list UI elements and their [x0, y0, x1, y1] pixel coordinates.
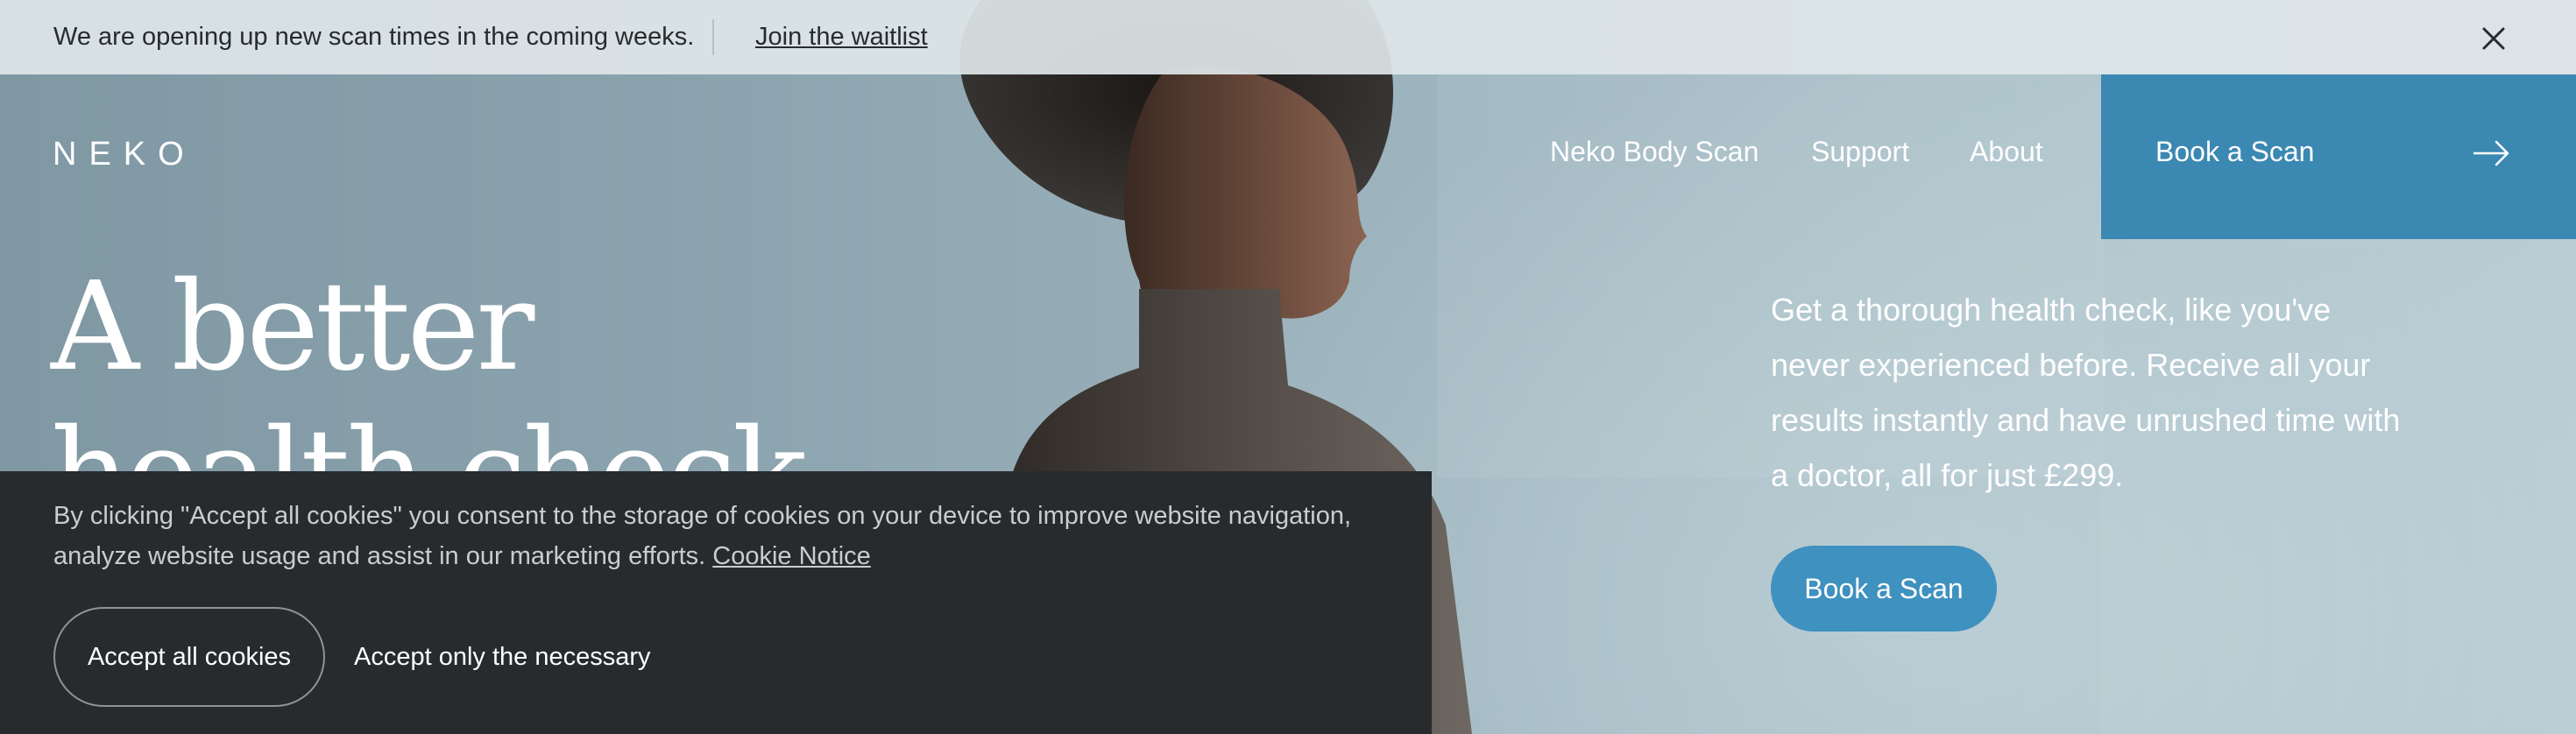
announcement-divider — [712, 19, 714, 55]
neko-logo[interactable]: NEKO — [53, 136, 196, 173]
header-book-scan-button[interactable]: Book a Scan — [2101, 74, 2576, 239]
header-book-scan-label: Book a Scan — [2155, 136, 2315, 167]
cookie-consent-text: By clicking "Accept all cookies" you con… — [53, 496, 1368, 576]
announcement-bar: We are opening up new scan times in the … — [0, 0, 2576, 74]
cookie-consent-message: By clicking "Accept all cookies" you con… — [53, 502, 1352, 570]
join-waitlist-link[interactable]: Join the waitlist — [755, 0, 928, 74]
hero-book-scan-button[interactable]: Book a Scan — [1771, 546, 1997, 632]
nav-item-support[interactable]: Support — [1811, 136, 1909, 168]
nav-item-neko-body-scan[interactable]: Neko Body Scan — [1550, 136, 1759, 168]
nav-item-about[interactable]: About — [1970, 136, 2043, 168]
close-icon[interactable] — [2476, 21, 2511, 56]
arrow-right-icon — [2473, 139, 2511, 172]
accept-all-cookies-button[interactable]: Accept all cookies — [53, 607, 325, 707]
accept-necessary-cookies-button[interactable]: Accept only the necessary — [354, 607, 651, 707]
announcement-text: We are opening up new scan times in the … — [53, 23, 695, 51]
hero-description: Get a thorough health check, like you've… — [1771, 292, 2401, 493]
cookie-banner: By clicking "Accept all cookies" you con… — [0, 471, 1432, 734]
cookie-notice-link[interactable]: Cookie Notice — [712, 542, 871, 570]
